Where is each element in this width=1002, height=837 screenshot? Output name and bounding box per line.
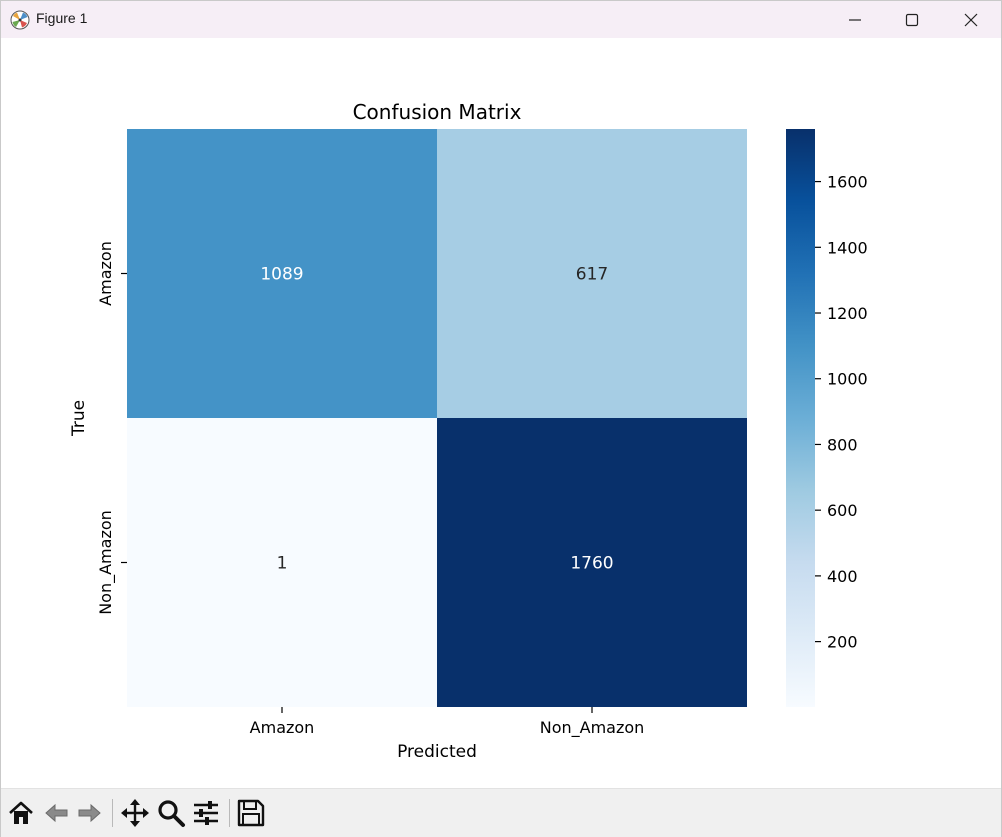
pan-button[interactable] — [119, 797, 151, 829]
colorbar-tick-label: 200 — [827, 633, 858, 652]
cell-value-label: 617 — [576, 265, 608, 285]
x-tick-label: Amazon — [250, 718, 315, 737]
colorbar-tick-label: 1600 — [827, 173, 868, 192]
colorbar-tick-label: 1200 — [827, 304, 868, 323]
cell-value-label: 1089 — [260, 265, 303, 285]
colorbar — [786, 129, 815, 707]
back-button[interactable] — [41, 797, 73, 829]
zoom-button[interactable] — [155, 797, 187, 829]
colorbar-tick-label: 800 — [827, 435, 858, 454]
navigation-toolbar — [1, 788, 1001, 837]
close-button[interactable] — [942, 1, 1000, 38]
home-icon — [9, 801, 33, 824]
chart-title: Confusion Matrix — [353, 100, 522, 124]
back-icon — [45, 803, 68, 823]
zoom-icon — [158, 800, 185, 827]
save-icon — [237, 799, 265, 827]
pan-icon — [121, 799, 149, 827]
colorbar-tick-label: 600 — [827, 501, 858, 520]
y-axis-ticks: Amazon Non_Amazon — [96, 241, 127, 615]
configure-subplots-button[interactable] — [190, 797, 222, 829]
confusion-matrix-chart: Confusion Matrix 1089 617 1 1760 Amazon Non_… — [69, 100, 868, 762]
figure-window: Figure 1 Confusion Matrix 1089 617 1 176… — [0, 0, 1002, 837]
window-title: Figure 1 — [36, 10, 88, 26]
home-button[interactable] — [5, 797, 37, 829]
x-axis-ticks: Amazon Non_Amazon — [250, 707, 645, 738]
close-icon — [964, 13, 978, 26]
colorbar-tick-label: 400 — [827, 567, 858, 586]
forward-button[interactable] — [73, 797, 105, 829]
matplotlib-logo-icon — [10, 10, 30, 30]
y-tick-label: Non_Amazon — [96, 510, 116, 615]
toolbar-separator — [112, 799, 113, 827]
forward-icon — [78, 803, 101, 823]
colorbar-tick-label: 1400 — [827, 238, 868, 257]
cell-value-label: 1760 — [570, 554, 613, 574]
y-tick-label: Amazon — [96, 241, 115, 306]
x-tick-label: Non_Amazon — [540, 718, 645, 738]
colorbar-ticks: 200 400 600 800 1000 1200 1400 1600 — [815, 173, 868, 652]
x-axis-label: Predicted — [397, 742, 477, 762]
minimize-icon — [849, 18, 861, 21]
title-bar[interactable]: Figure 1 — [1, 1, 1001, 38]
colorbar-tick-label: 1000 — [827, 370, 868, 389]
maximize-icon — [905, 13, 919, 26]
maximize-button[interactable] — [883, 1, 941, 38]
toolbar-separator — [229, 799, 230, 827]
heatmap-cells — [127, 129, 747, 707]
cell-value-label: 1 — [277, 554, 288, 574]
figure-canvas[interactable]: Confusion Matrix 1089 617 1 1760 Amazon Non_… — [1, 38, 1001, 788]
configure-subplots-icon — [194, 801, 218, 825]
minimize-button[interactable] — [826, 1, 884, 38]
save-button[interactable] — [235, 797, 267, 829]
y-axis-label: True — [69, 400, 89, 437]
